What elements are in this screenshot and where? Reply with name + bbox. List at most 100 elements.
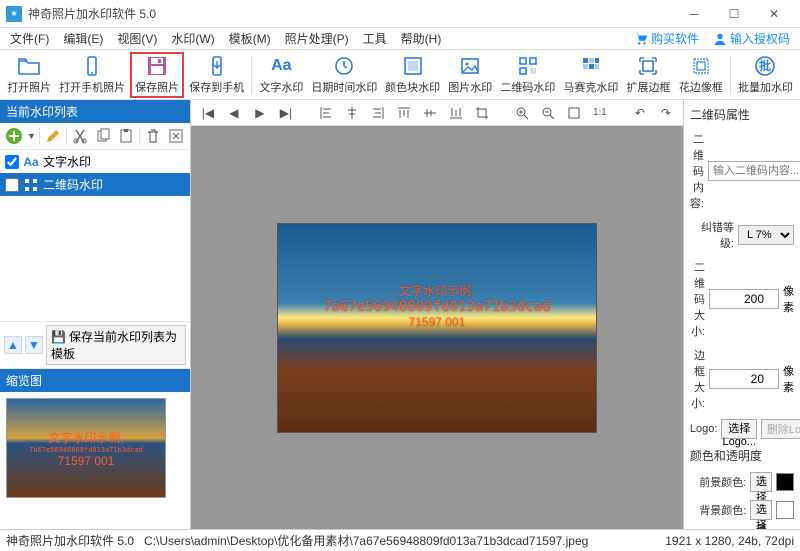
delete-logo-button[interactable]: 删除Logo bbox=[761, 419, 800, 439]
nav-first-button[interactable]: |◀ bbox=[197, 103, 219, 123]
close-button[interactable]: ✕ bbox=[754, 0, 794, 28]
tb-batch[interactable]: 批批量加水印 bbox=[735, 52, 796, 98]
tb-save-photo[interactable]: 保存照片 bbox=[130, 52, 184, 98]
tb-mosaic-wm[interactable]: 马赛克水印 bbox=[560, 52, 621, 98]
fg-color-button[interactable]: 选择前景色... bbox=[750, 472, 772, 492]
status-bar: 神奇照片加水印软件 5.0 C:\Users\admin\Desktop\优化备… bbox=[0, 529, 800, 551]
color-block-icon bbox=[401, 55, 425, 77]
nav-prev-button[interactable]: ◀ bbox=[223, 103, 245, 123]
align-center-button[interactable] bbox=[341, 103, 363, 123]
qr-group-title: 二维码属性 bbox=[690, 106, 794, 123]
tb-text-wm[interactable]: Aa文字水印 bbox=[256, 52, 306, 98]
user-icon bbox=[713, 32, 727, 46]
batch-icon: 批 bbox=[753, 55, 777, 77]
menu-help[interactable]: 帮助(H) bbox=[395, 28, 448, 49]
wm-item-check[interactable] bbox=[5, 178, 19, 192]
qr-icon bbox=[23, 177, 39, 193]
expand-icon bbox=[636, 55, 660, 77]
tb-lace-frame[interactable]: 花边像框 bbox=[676, 52, 726, 98]
align-left-button[interactable] bbox=[315, 103, 337, 123]
delete-button[interactable] bbox=[143, 126, 163, 146]
zoom-in-button[interactable] bbox=[511, 103, 533, 123]
toolbar-separator bbox=[251, 56, 252, 94]
tb-open-photo[interactable]: 打开照片 bbox=[4, 52, 54, 98]
canvas-viewport[interactable]: 文字水印示例, 7a67e56948809fd013a71b3dcad 7159… bbox=[191, 126, 683, 529]
tb-extend-border[interactable]: 扩展边框 bbox=[623, 52, 673, 98]
wm-list-header: 当前水印列表 bbox=[0, 100, 190, 123]
menu-file[interactable]: 文件(F) bbox=[4, 28, 55, 49]
align-right-button[interactable] bbox=[367, 103, 389, 123]
align-top-button[interactable] bbox=[393, 103, 415, 123]
enter-license-link[interactable]: 输入授权码 bbox=[707, 28, 796, 49]
select-logo-button[interactable]: 选择Logo... bbox=[721, 419, 757, 439]
zoom-100-button[interactable]: 1:1 bbox=[589, 103, 611, 123]
border-size-input[interactable] bbox=[709, 369, 779, 389]
menu-view[interactable]: 视图(V) bbox=[111, 28, 163, 49]
wm-item-qr[interactable]: 二维码水印 bbox=[0, 173, 190, 196]
save-template-button[interactable]: 💾 保存当前水印列表为模板 bbox=[46, 325, 186, 365]
watermark-overlay[interactable]: 文字水印示例, 7a67e56948809fd013a71b3dcad 7159… bbox=[278, 282, 596, 329]
thumbnail-image[interactable]: 文字水印示例, 7a67e56948809fd013a71b3dcad 7159… bbox=[6, 398, 166, 498]
center-panel: |◀ ◀ ▶ ▶| 1:1 ↶ ↷ 文字水印示例, 7 bbox=[191, 100, 683, 529]
tb-save-mobile[interactable]: 保存到手机 bbox=[186, 52, 247, 98]
edit-wm-button[interactable] bbox=[43, 126, 63, 146]
move-up-button[interactable]: ▲ bbox=[4, 336, 22, 354]
cut-button[interactable] bbox=[70, 126, 90, 146]
rotate-right-button[interactable]: ↷ bbox=[655, 103, 677, 123]
mobile-icon bbox=[80, 55, 104, 77]
fg-swatch[interactable] bbox=[776, 473, 794, 491]
folder-open-icon bbox=[17, 55, 41, 77]
clock-icon bbox=[332, 55, 356, 77]
wm-list-nav: ▲ ▼ 💾 保存当前水印列表为模板 bbox=[0, 321, 190, 369]
tb-open-mobile[interactable]: 打开手机照片 bbox=[56, 52, 128, 98]
qr-size-input[interactable] bbox=[709, 289, 779, 309]
crop-button[interactable] bbox=[471, 103, 493, 123]
maximize-button[interactable]: ☐ bbox=[714, 0, 754, 28]
minimize-button[interactable]: ─ bbox=[674, 0, 714, 28]
mosaic-icon bbox=[579, 55, 603, 77]
svg-text:批: 批 bbox=[759, 58, 771, 73]
floppy-disk-icon: 💾 bbox=[51, 330, 66, 344]
wm-item-text[interactable]: Aa 文字水印 bbox=[0, 150, 190, 173]
thumbnail-header: 缩览图 bbox=[0, 369, 190, 392]
align-middle-button[interactable] bbox=[419, 103, 441, 123]
move-down-button[interactable]: ▼ bbox=[25, 336, 43, 354]
zoom-fit-button[interactable] bbox=[563, 103, 585, 123]
tb-image-wm[interactable]: 图片水印 bbox=[445, 52, 495, 98]
menu-tools[interactable]: 工具 bbox=[357, 28, 393, 49]
image-icon bbox=[458, 55, 482, 77]
buy-software-link[interactable]: 购买软件 bbox=[628, 28, 705, 49]
nav-next-button[interactable]: ▶ bbox=[249, 103, 271, 123]
ecc-select[interactable]: L 7% bbox=[738, 225, 794, 245]
menu-watermark[interactable]: 水印(W) bbox=[165, 28, 220, 49]
nav-last-button[interactable]: ▶| bbox=[275, 103, 297, 123]
menu-edit[interactable]: 编辑(E) bbox=[57, 28, 109, 49]
dropdown-arrow-icon[interactable]: ▼ bbox=[27, 131, 36, 141]
add-wm-button[interactable] bbox=[4, 126, 24, 146]
align-bottom-button[interactable] bbox=[445, 103, 467, 123]
paste-button[interactable] bbox=[116, 126, 136, 146]
qr-content-input[interactable] bbox=[708, 161, 800, 181]
tb-date-wm[interactable]: 日期时间水印 bbox=[309, 52, 381, 98]
buy-software-label: 购买软件 bbox=[651, 30, 699, 47]
rotate-left-button[interactable]: ↶ bbox=[629, 103, 651, 123]
title-bar: ★ 神奇照片加水印软件 5.0 ─ ☐ ✕ bbox=[0, 0, 800, 28]
cart-icon bbox=[634, 32, 648, 46]
bg-color-button[interactable]: 选择背景色... bbox=[750, 500, 772, 520]
wm-item-check[interactable] bbox=[5, 155, 19, 169]
bg-swatch[interactable] bbox=[776, 501, 794, 519]
zoom-out-button[interactable] bbox=[537, 103, 559, 123]
copy-button[interactable] bbox=[93, 126, 113, 146]
text-aa-icon: Aa bbox=[23, 154, 39, 170]
menu-photo-process[interactable]: 照片处理(P) bbox=[279, 28, 355, 49]
main-toolbar: 打开照片 打开手机照片 保存照片 保存到手机 Aa文字水印 日期时间水印 颜色块… bbox=[0, 50, 800, 100]
wm-item-label: 文字水印 bbox=[43, 153, 91, 170]
photo-preview[interactable]: 文字水印示例, 7a67e56948809fd013a71b3dcad 7159… bbox=[277, 223, 597, 433]
mobile-save-icon bbox=[205, 55, 229, 77]
app-title: 神奇照片加水印软件 5.0 bbox=[28, 5, 674, 22]
tb-qr-wm[interactable]: 二维码水印 bbox=[497, 52, 558, 98]
thumbnail-area: 文字水印示例, 7a67e56948809fd013a71b3dcad 7159… bbox=[0, 392, 190, 529]
clear-button[interactable] bbox=[166, 126, 186, 146]
menu-template[interactable]: 模板(M) bbox=[223, 28, 277, 49]
tb-color-wm[interactable]: 颜色块水印 bbox=[382, 52, 443, 98]
